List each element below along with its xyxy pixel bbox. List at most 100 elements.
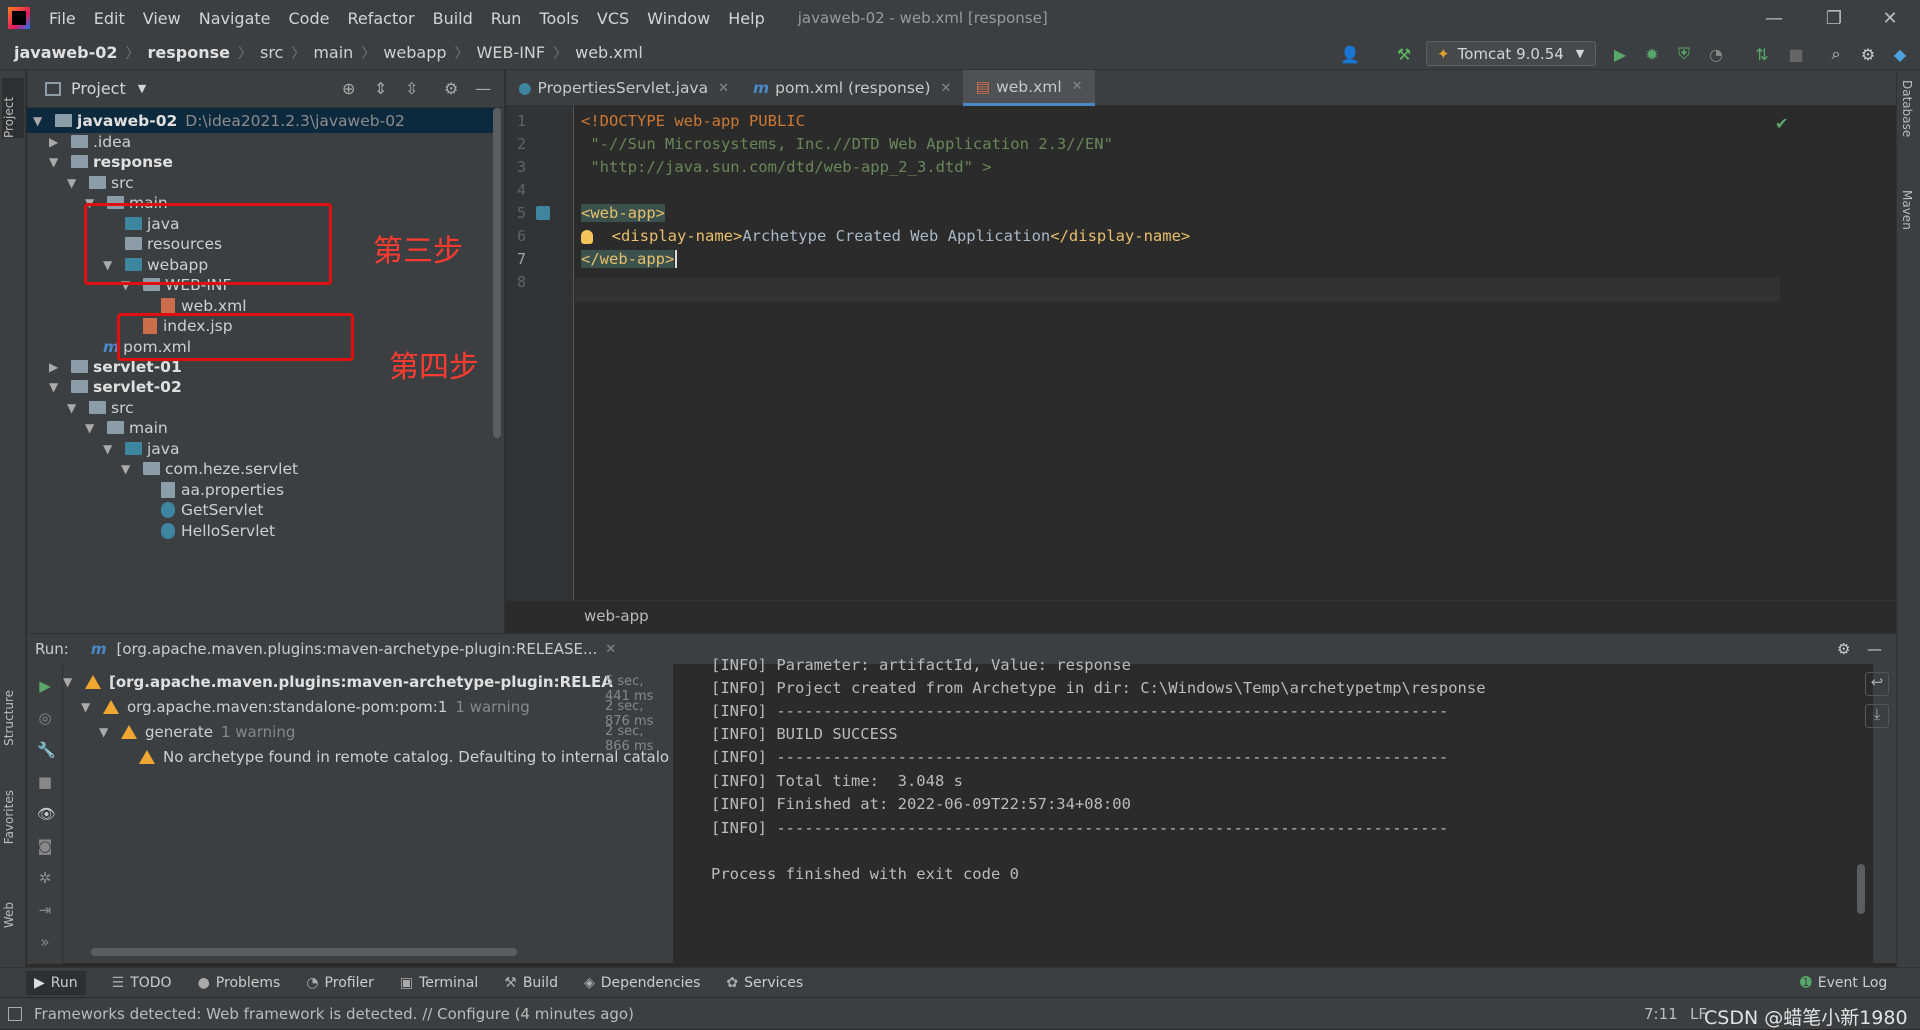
scroll-to-end-icon[interactable]: ⤓ (1865, 704, 1889, 728)
run-tree-generate[interactable]: ▼ generate 1 warning (99, 720, 295, 744)
hide-panel-icon[interactable]: — (475, 79, 491, 98)
close-icon[interactable]: ✕ (605, 642, 616, 657)
toolwindow-profiler[interactable]: ◔ Profiler (306, 975, 374, 991)
project-panel-title[interactable]: Project (71, 79, 126, 98)
locate-icon[interactable]: ⊕ (342, 79, 355, 98)
toolwindow-services[interactable]: ✿ Services (726, 975, 803, 991)
toolwindow-event-log[interactable]: ➊ Event Log (1800, 975, 1887, 991)
web-descriptor-icon[interactable] (536, 206, 550, 220)
project-tool-tab[interactable]: Project (2, 78, 24, 138)
crumb-module[interactable]: response (148, 43, 230, 62)
database-tool-tab[interactable]: Database (1900, 80, 1914, 137)
run-tree-warning[interactable]: No archetype found in remote catalog. De… (139, 745, 669, 769)
toolwindow-problems[interactable]: ● Problems (198, 975, 281, 991)
search-icon[interactable]: ⌕ (1826, 44, 1846, 64)
menu-run[interactable]: Run (482, 9, 531, 28)
hide-panel-icon[interactable]: — (1867, 640, 1882, 658)
intention-bulb-icon[interactable] (581, 229, 593, 244)
pin-icon[interactable]: ✲ (37, 870, 53, 886)
crumb-web-inf[interactable]: WEB-INF (477, 43, 546, 62)
run-configuration-select[interactable]: ✦ Tomcat 9.0.54 ▼ (1426, 41, 1596, 66)
run-label: Run: (35, 640, 69, 658)
toolwindow-run[interactable]: ▶ Run (26, 970, 86, 995)
tree-node-helloservlet[interactable]: HelloServlet (161, 518, 275, 543)
toolwindow-build[interactable]: ⚒ Build (504, 975, 558, 991)
settings-gear-icon[interactable]: ⚙ (1837, 640, 1850, 658)
run-tree-root[interactable]: ▼ [org.apache.maven.plugins:maven-archety… (63, 670, 613, 694)
favorites-tool-tab[interactable]: Favorites (2, 790, 16, 844)
collapse-all-icon[interactable]: ⇳ (405, 79, 418, 98)
menu-view[interactable]: View (134, 9, 190, 28)
status-message[interactable]: Frameworks detected: Web framework is de… (34, 1005, 634, 1023)
close-icon[interactable]: ✕ (1072, 79, 1083, 94)
menu-tools[interactable]: Tools (530, 9, 587, 28)
toolwindow-dependencies[interactable]: ◈ Dependencies (584, 975, 700, 991)
stop-icon[interactable]: ■ (1786, 44, 1806, 64)
inspection-ok-icon[interactable]: ✔ (1775, 114, 1788, 133)
breadcrumb-web-app[interactable]: web-app (584, 607, 649, 625)
toggle-view-icon[interactable]: ◎ (37, 710, 53, 726)
stop-icon[interactable]: ■ (37, 774, 53, 790)
toolwindow-todo[interactable]: ☰ TODO (112, 975, 172, 991)
tab-web-xml[interactable]: ▤ web.xml ✕ (963, 70, 1095, 106)
crumb-project[interactable]: javaweb-02 (14, 43, 118, 62)
more-icon[interactable]: » (37, 934, 53, 950)
build-hammer-icon[interactable]: ⚒ (1394, 44, 1414, 64)
coverage-icon[interactable]: ⛨ (1674, 44, 1694, 64)
debug-icon[interactable]: ✹ (1642, 44, 1662, 64)
menu-window[interactable]: Window (638, 9, 719, 28)
soft-wrap-icon[interactable]: ↩ (1865, 672, 1889, 696)
run-tree-scrollbar[interactable] (91, 948, 517, 956)
console-output[interactable]: [INFO] Parameter: artifactId, Value: res… (673, 656, 1873, 964)
update-icon[interactable]: ⇅ (1752, 44, 1772, 64)
eye-icon[interactable]: 👁 (37, 806, 56, 822)
chevron-down-icon[interactable]: ▼ (138, 82, 146, 95)
user-icon[interactable]: 👤 (1340, 44, 1360, 64)
code-editor[interactable]: <!DOCTYPE web-app PUBLIC "-//Sun Microsy… (575, 106, 1788, 600)
tab-properties-servlet[interactable]: ● PropertiesServlet.java ✕ (506, 70, 741, 106)
run-icon[interactable]: ▶ (1610, 44, 1630, 64)
close-icon[interactable]: ✕ (1862, 0, 1918, 36)
expand-all-icon[interactable]: ⇕ (374, 79, 387, 98)
menu-navigate[interactable]: Navigate (190, 9, 280, 28)
web-tool-tab[interactable]: Web (2, 902, 16, 928)
project-scrollbar[interactable] (493, 108, 501, 438)
close-icon[interactable]: ✕ (941, 81, 952, 96)
crumb-file[interactable]: web.xml (575, 43, 643, 62)
menu-code[interactable]: Code (280, 9, 339, 28)
toolwindow-terminal[interactable]: ▣ Terminal (400, 975, 478, 991)
run-tree-pom[interactable]: ▼ org.apache.maven:standalone-pom:pom:1 1 … (81, 695, 530, 719)
run-configuration-label: Tomcat 9.0.54 (1457, 44, 1564, 63)
right-tool-strip: Database Maven (1896, 70, 1920, 990)
settings-gear-icon[interactable]: ⚙ (1858, 44, 1878, 64)
console-scrollbar[interactable] (1857, 864, 1865, 914)
crumb-src[interactable]: src (260, 43, 283, 62)
menu-file[interactable]: File (40, 9, 85, 28)
profile-icon[interactable]: ◔ (1706, 44, 1726, 64)
menu-edit[interactable]: Edit (85, 9, 134, 28)
status-toggle-icon[interactable] (8, 1006, 22, 1021)
wrench-icon[interactable]: 🔧 (37, 742, 56, 758)
tab-pom-xml[interactable]: m pom.xml (response) ✕ (741, 70, 963, 106)
run-tab-title[interactable]: [org.apache.maven.plugins:maven-archetyp… (116, 640, 597, 658)
rerun-icon[interactable]: ▶ (37, 678, 53, 694)
console-line: [INFO] Project created from Archetype in… (711, 679, 1486, 697)
caret-position[interactable]: 7:11 (1644, 1005, 1678, 1023)
menu-build[interactable]: Build (424, 9, 482, 28)
restore-icon[interactable]: ❐ (1806, 0, 1862, 36)
close-icon[interactable]: ✕ (718, 81, 729, 96)
structure-tool-tab[interactable]: Structure (2, 690, 16, 746)
toolbox-icon[interactable]: ◆ (1890, 44, 1910, 64)
warning-icon (121, 725, 137, 739)
menu-vcs[interactable]: VCS (588, 9, 638, 28)
crumb-main[interactable]: main (313, 43, 353, 62)
menu-help[interactable]: Help (719, 9, 773, 28)
camera-icon[interactable]: ◙ (37, 838, 53, 854)
minimize-icon[interactable]: — (1746, 0, 1802, 36)
menu-refactor[interactable]: Refactor (338, 9, 423, 28)
crumb-webapp[interactable]: webapp (383, 43, 446, 62)
settings-gear-icon[interactable]: ⚙ (444, 79, 458, 98)
exit-icon[interactable]: ⇥ (37, 902, 53, 918)
maven-tool-tab[interactable]: Maven (1900, 190, 1914, 230)
editor-breadcrumb[interactable]: web-app (506, 600, 1896, 632)
